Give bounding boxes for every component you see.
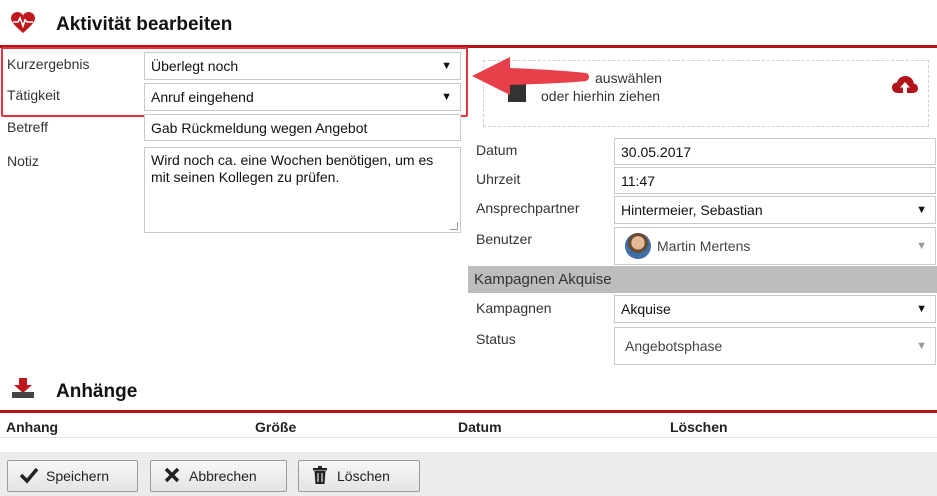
ansprechpartner-select[interactable]: Hintermeier, Sebastian ▼ bbox=[614, 196, 936, 224]
cancel-button-label: Abbrechen bbox=[189, 468, 257, 484]
kampagnen-value: Akquise bbox=[621, 301, 671, 317]
heart-pulse-icon bbox=[10, 11, 36, 35]
cloud-upload-icon[interactable] bbox=[891, 74, 919, 96]
kampagnen-select[interactable]: Akquise ▼ bbox=[614, 295, 936, 323]
column-header-datum[interactable]: Datum bbox=[458, 419, 502, 435]
uhrzeit-label: Uhrzeit bbox=[476, 171, 521, 187]
notiz-label: Notiz bbox=[7, 153, 39, 169]
status-label: Status bbox=[476, 331, 516, 347]
datum-input[interactable]: 30.05.2017 bbox=[614, 138, 936, 165]
delete-button[interactable]: Löschen bbox=[298, 460, 420, 492]
betreff-input[interactable]: Gab Rückmeldung wegen Angebot bbox=[144, 114, 461, 141]
column-header-groesse[interactable]: Größe bbox=[255, 419, 296, 435]
dropzone-text-1: auswählen bbox=[595, 70, 662, 86]
benutzer-select[interactable]: Martin Mertens ▼ bbox=[614, 227, 936, 265]
page-title: Aktivität bearbeiten bbox=[56, 14, 233, 35]
notiz-line-2: mit seinen Kollegen zu prüfen. bbox=[151, 169, 340, 185]
ansprechpartner-value: Hintermeier, Sebastian bbox=[621, 202, 763, 218]
save-button-label: Speichern bbox=[46, 468, 110, 484]
column-header-loeschen[interactable]: Löschen bbox=[670, 419, 728, 435]
footer-bar bbox=[0, 452, 937, 496]
chevron-down-icon: ▼ bbox=[916, 340, 927, 352]
checkmark-icon bbox=[18, 466, 40, 487]
download-tray-icon bbox=[11, 377, 35, 399]
status-value: Angebotsphase bbox=[625, 338, 723, 354]
delete-button-label: Löschen bbox=[337, 468, 390, 484]
ansprechpartner-label: Ansprechpartner bbox=[476, 200, 580, 216]
benutzer-value: Martin Mertens bbox=[657, 238, 751, 254]
benutzer-label: Benutzer bbox=[476, 231, 533, 247]
kampagnen-section-header: Kampagnen Akquise bbox=[468, 266, 937, 293]
betreff-value: Gab Rückmeldung wegen Angebot bbox=[151, 119, 368, 136]
datum-value: 30.05.2017 bbox=[621, 143, 692, 160]
notiz-textarea[interactable]: Wird noch ca. eine Wochen benötigen, um … bbox=[144, 147, 461, 233]
save-button[interactable]: Speichern bbox=[7, 460, 138, 492]
attachments-divider bbox=[0, 410, 937, 413]
chevron-down-icon: ▼ bbox=[916, 240, 927, 252]
highlight-box bbox=[1, 47, 468, 117]
uhrzeit-input[interactable]: 11:47 bbox=[614, 167, 936, 194]
chevron-down-icon: ▼ bbox=[916, 204, 927, 216]
datum-label: Datum bbox=[476, 142, 518, 158]
uhrzeit-value: 11:47 bbox=[621, 172, 655, 189]
notiz-line-1: Wird noch ca. eine Wochen benötigen, um … bbox=[151, 152, 434, 168]
column-header-anhang[interactable]: Anhang bbox=[6, 419, 58, 435]
status-select[interactable]: Angebotsphase ▼ bbox=[614, 327, 936, 365]
resize-handle[interactable] bbox=[450, 222, 458, 230]
betreff-label: Betreff bbox=[7, 119, 48, 135]
trash-icon bbox=[309, 465, 331, 487]
avatar bbox=[625, 233, 651, 259]
kampagnen-label: Kampagnen bbox=[476, 300, 552, 316]
attachments-title: Anhänge bbox=[56, 381, 138, 402]
chevron-down-icon: ▼ bbox=[916, 303, 927, 315]
close-icon bbox=[161, 466, 183, 487]
annotation-arrow-icon bbox=[468, 54, 593, 98]
cancel-button[interactable]: Abbrechen bbox=[150, 460, 287, 492]
